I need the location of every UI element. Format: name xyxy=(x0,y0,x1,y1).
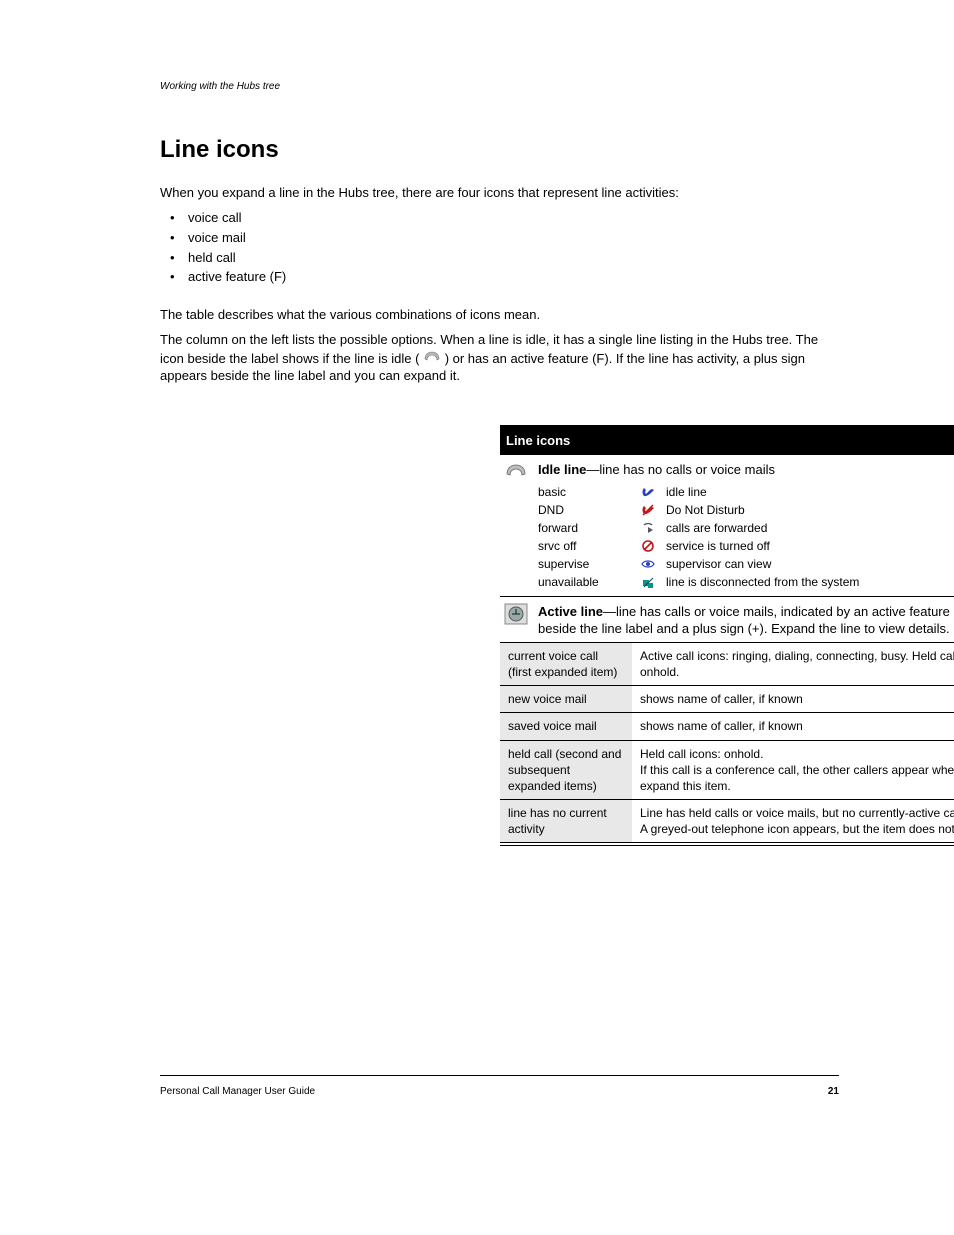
footer-doc-title: Personal Call Manager User Guide xyxy=(160,1085,315,1099)
table-row: DND Do Not Disturb xyxy=(500,501,954,519)
table-row: held call (second and subsequent expande… xyxy=(500,740,954,800)
phone-idle-icon xyxy=(504,461,530,479)
table-row: current voice call (first expanded item)… xyxy=(500,642,954,685)
intro-list: •voice call •voice mail •held call •acti… xyxy=(160,209,839,285)
table-row: forward calls are forwarded xyxy=(500,519,954,537)
table-title: Line icons xyxy=(500,425,954,455)
table-row: new voice mail shows name of caller, if … xyxy=(500,685,954,712)
line-icons-table: Line icons Idle line—line has no calls o… xyxy=(500,425,954,846)
forward-icon xyxy=(636,521,660,535)
eye-icon xyxy=(636,557,660,571)
list-item: voice call xyxy=(188,209,241,227)
page-number: 21 xyxy=(828,1085,839,1099)
prohibit-icon xyxy=(636,539,660,553)
handset-red-icon xyxy=(636,503,660,517)
intro-text: When you expand a line in the Hubs tree,… xyxy=(160,184,839,202)
table-row: line has no current activity Line has he… xyxy=(500,799,954,842)
list-item: held call xyxy=(188,249,236,267)
intro-text-3: The column on the left lists the possibl… xyxy=(160,331,839,385)
footer-rule xyxy=(160,1075,839,1076)
breadcrumb: Working with the Hubs tree xyxy=(160,80,839,94)
intro-text-2: The table describes what the various com… xyxy=(160,306,839,324)
handset-blue-icon xyxy=(636,485,660,499)
phone-icon xyxy=(423,349,441,363)
phone-active-icon xyxy=(504,603,530,625)
section-idle-header: Idle line—line has no calls or voice mai… xyxy=(500,455,954,483)
table-row: srvc off service is turned off xyxy=(500,537,954,555)
list-item: voice mail xyxy=(188,229,246,247)
table-row: saved voice mail shows name of caller, i… xyxy=(500,712,954,739)
disconnect-icon xyxy=(636,576,660,590)
section-active-header: Active line—line has calls or voice mail… xyxy=(500,597,954,642)
table-row: unavailable line is disconnected from th… xyxy=(500,573,954,595)
page-title: Line icons xyxy=(160,134,839,166)
table-row: basic idle line xyxy=(500,483,954,501)
table-row: supervise supervisor can view xyxy=(500,555,954,573)
list-item: active feature (F) xyxy=(188,268,286,286)
